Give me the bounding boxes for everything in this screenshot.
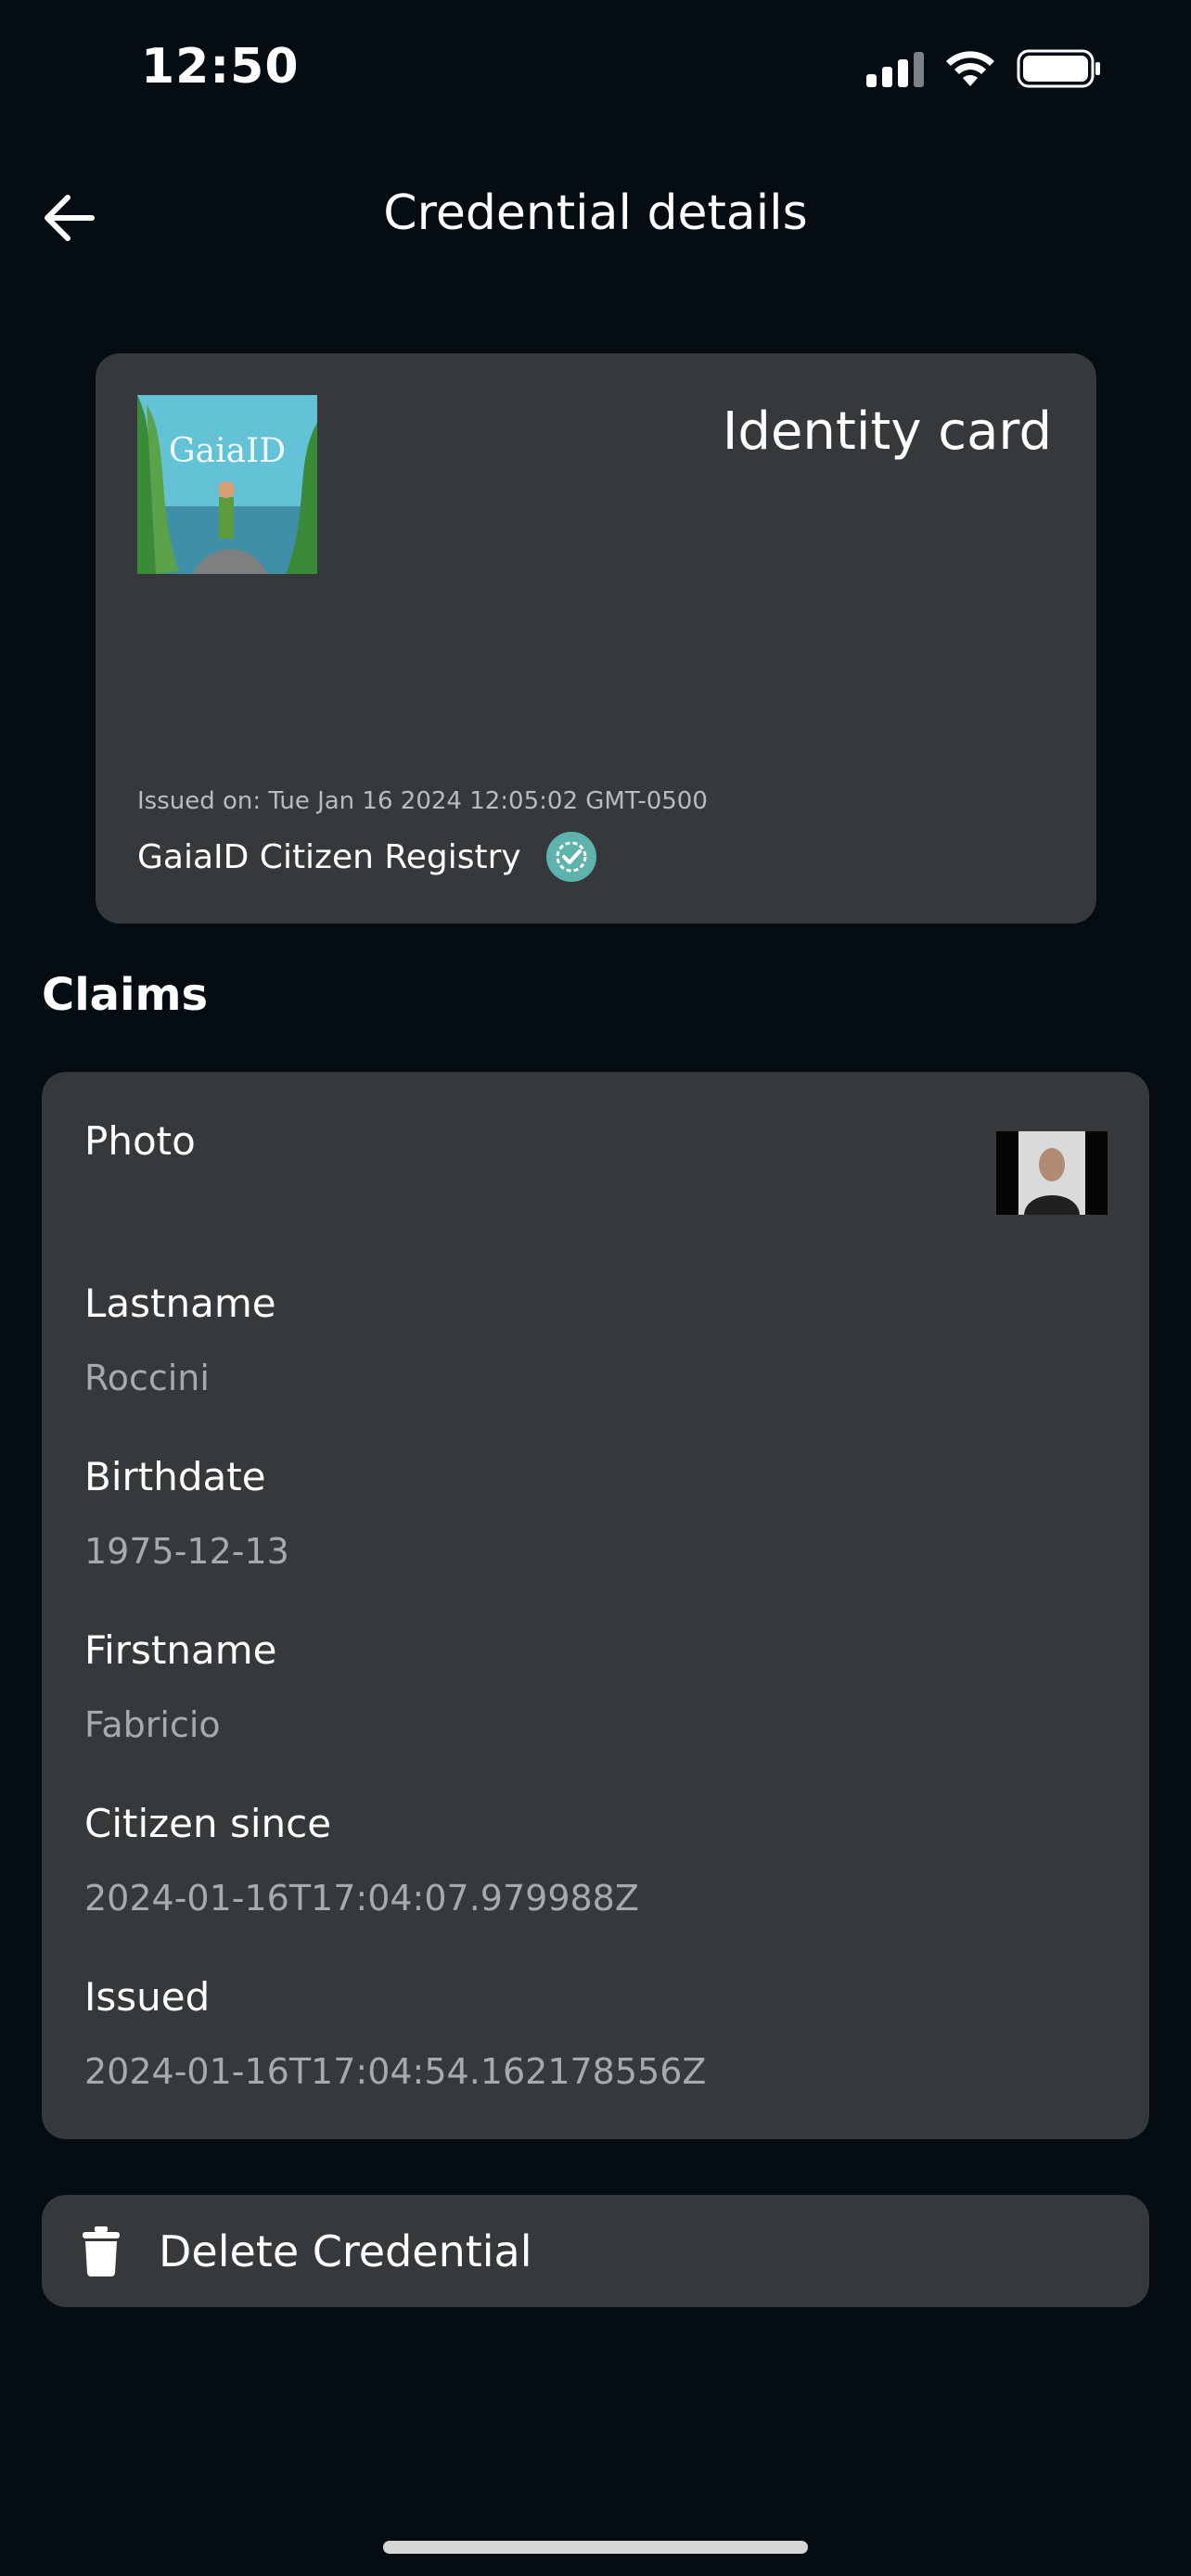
issuer-logo: GaiaID: [137, 395, 317, 574]
issuer-name: GaiaID Citizen Registry: [137, 837, 521, 876]
delete-credential-label: Delete Credential: [159, 2225, 532, 2276]
claim-lastname: Lastname Roccini: [84, 1281, 276, 1398]
claim-value: 1975-12-13: [84, 1531, 289, 1572]
home-indicator[interactable]: [383, 2541, 808, 2554]
claim-label: Lastname: [84, 1281, 276, 1326]
claim-label: Citizen since: [84, 1801, 332, 1846]
delete-credential-button[interactable]: Delete Credential: [42, 2195, 1149, 2307]
trash-icon: [83, 2225, 120, 2276]
battery-icon: [1017, 49, 1100, 88]
claim-birthdate: Birthdate 1975-12-13: [84, 1454, 289, 1572]
claim-citizen-since: Citizen since 2024-01-16T17:04:07.979988…: [84, 1801, 639, 1919]
wifi-icon: [946, 51, 994, 86]
signal-icon: [866, 50, 924, 87]
claim-value: Fabricio: [84, 1704, 221, 1745]
verified-badge-icon: [545, 832, 596, 882]
credential-type: Identity card: [722, 402, 1052, 462]
issuer-logo-text: GaiaID: [169, 432, 286, 470]
status-icons: [866, 48, 1102, 89]
status-time: 12:50: [141, 39, 300, 95]
claim-photo-thumbnail[interactable]: [996, 1131, 1108, 1215]
issued-on-text: Issued on: Tue Jan 16 2024 12:05:02 GMT-…: [137, 787, 708, 815]
credential-details-screen: 12:50 Credential details GaiaID Identity…: [0, 0, 1191, 2576]
claim-value: 2024-01-16T17:04:54.162178556Z: [84, 2051, 707, 2092]
claim-label: Issued: [84, 1974, 211, 2020]
claim-issued: Issued 2024-01-16T17:04:54.162178556Z: [84, 1974, 706, 2092]
claim-label: Birthdate: [84, 1454, 266, 1499]
claims-card: Photo Lastname Roccini Birthdate 1975-12…: [42, 1072, 1149, 2139]
page-title: Credential details: [383, 185, 808, 241]
claim-photo-label: Photo: [84, 1118, 196, 1164]
claims-heading: Claims: [42, 969, 209, 1021]
issuer-row: GaiaID Citizen Registry: [137, 831, 597, 883]
claim-value: 2024-01-16T17:04:07.979988Z: [84, 1878, 639, 1919]
credential-card[interactable]: GaiaID Identity card Issued on: Tue Jan …: [96, 353, 1096, 924]
claim-firstname: Firstname Fabricio: [84, 1627, 277, 1745]
claim-value: Roccini: [84, 1358, 210, 1398]
claim-label: Firstname: [84, 1627, 277, 1673]
